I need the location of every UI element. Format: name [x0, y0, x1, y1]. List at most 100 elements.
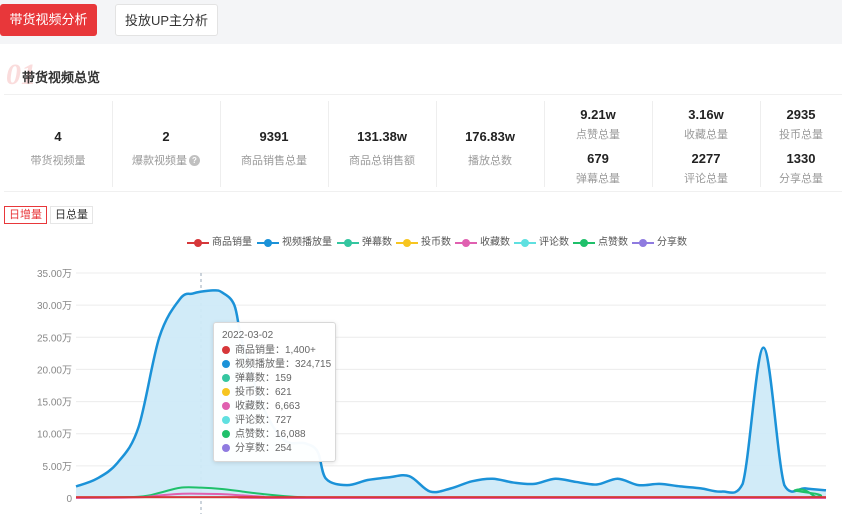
tooltip-value: 159 — [275, 373, 292, 384]
tooltip-row-comments: 评论数：727 — [222, 414, 327, 428]
legend-label: 弹幕数 — [362, 237, 392, 248]
stat-label: 播放总数 — [468, 155, 512, 167]
tooltip-dot — [222, 444, 230, 452]
tab-up-analysis[interactable]: 投放UP主分析 — [115, 4, 218, 36]
chart-series — [75, 289, 827, 500]
legend-marker — [396, 239, 418, 247]
stat-value: 2935 — [786, 107, 816, 122]
tooltip-name: 收藏数 — [235, 401, 265, 412]
y-tick-label: 20.00万 — [37, 365, 72, 376]
stat-label: 商品总销售额 — [349, 155, 415, 167]
legend-label: 商品销量 — [212, 237, 252, 248]
stat-sales-amount: 131.38w 商品总销售额 — [328, 95, 436, 193]
stat-value: 131.38w — [357, 129, 407, 144]
question-circle-icon[interactable]: ? — [189, 155, 200, 166]
stat-video-count: 4 带货视频量 — [4, 95, 112, 193]
tooltip-row-sales: 商品销量：1,400+ — [222, 344, 327, 358]
stat-likes: 9.21w 点赞总量 — [544, 107, 652, 142]
tooltip-name: 点赞数 — [235, 429, 265, 440]
tooltip-dot — [222, 346, 230, 354]
tooltip-dot — [222, 430, 230, 438]
stat-shares: 1330 分享总量 — [760, 151, 842, 186]
tooltip-row-plays: 视频播放量：324,715 — [222, 358, 331, 372]
y-tick-label: 25.00万 — [37, 333, 72, 344]
y-tick-label: 30.00万 — [37, 301, 72, 312]
stat-hit-video-count: 2 爆款视频量? — [112, 95, 220, 193]
tooltip-dot — [222, 360, 230, 368]
tooltip-value: 621 — [275, 387, 292, 398]
legend-marker — [514, 239, 536, 247]
tooltip-name: 视频播放量 — [235, 359, 285, 370]
series-area-视频播放量 — [76, 290, 826, 498]
legend-label: 评论数 — [539, 237, 569, 248]
y-tick-label: 5.00万 — [43, 462, 72, 473]
stat-comments: 2277 评论总量 — [652, 151, 760, 186]
tooltip-name: 评论数 — [235, 415, 265, 426]
y-tick-label: 10.00万 — [37, 430, 72, 441]
stat-coins: 2935 投币总量 — [760, 107, 842, 142]
top-tab-bar: 带货视频分析 投放UP主分析 — [0, 0, 842, 44]
tooltip-value: 6,663 — [275, 401, 301, 412]
stat-label: 商品销售总量 — [241, 155, 307, 167]
section-title: 带货视频总览 — [22, 70, 101, 85]
stat-value: 1330 — [786, 151, 816, 166]
tooltip-row-likes: 点赞数：16,088 — [222, 428, 327, 442]
tooltip-value: 1,400+ — [285, 345, 316, 356]
tooltip-row-shares: 分享数：254 — [222, 442, 327, 456]
legend-label: 点赞数 — [598, 237, 628, 248]
y-tick-label: 15.00万 — [37, 398, 72, 409]
stat-value: 176.83w — [465, 129, 515, 144]
legend-marker — [632, 239, 654, 247]
tooltip-dot — [222, 374, 230, 382]
tab-video-analysis[interactable]: 带货视频分析 — [0, 4, 97, 36]
tooltip-dot — [222, 416, 230, 424]
section-header: 01 带货视频总览 — [0, 56, 842, 92]
legend-marker — [337, 239, 359, 247]
tooltip-name: 弹幕数 — [235, 373, 265, 384]
stat-sales-volume: 9391 商品销售总量 — [220, 95, 328, 193]
tooltip-value: 254 — [275, 443, 292, 454]
y-tick-label: 0 — [66, 494, 72, 505]
stat-value: 3.16w — [688, 107, 724, 122]
stat-value: 2 — [162, 129, 170, 144]
tooltip-value: 324,715 — [295, 359, 332, 370]
stat-label: 分享总量 — [779, 173, 823, 185]
tooltip-row-favorites: 收藏数：6,663 — [222, 400, 327, 414]
stat-label: 爆款视频量 — [132, 155, 187, 167]
stat-label: 收藏总量 — [684, 129, 728, 141]
legend-label: 投币数 — [421, 237, 451, 248]
stat-play-count: 176.83w 播放总数 — [436, 95, 544, 193]
stat-value: 679 — [587, 151, 609, 166]
legend-marker — [257, 239, 279, 247]
tooltip-dot — [222, 388, 230, 396]
stats-panel: 4 带货视频量 2 爆款视频量? 9391 商品销售总量 131.38w 商品总… — [4, 94, 842, 192]
legend-label: 分享数 — [657, 237, 687, 248]
stat-label: 评论总量 — [684, 173, 728, 185]
tooltip-name: 投币数 — [235, 387, 265, 398]
stat-danmaku: 679 弹幕总量 — [544, 151, 652, 186]
tooltip-date: 2022-03-02 — [222, 330, 274, 341]
y-tick-label: 35.00万 — [37, 269, 72, 280]
tooltip-dot — [222, 402, 230, 410]
chart-tooltip: 2022-03-02 商品销量：1,400+ 视频播放量：324,715 弹幕数… — [213, 322, 336, 462]
trend-chart[interactable]: 35.00万 30.00万 25.00万 20.00万 15.00万 10.00万 5.00… — [0, 258, 842, 514]
tooltip-name: 商品销量 — [235, 345, 275, 356]
stat-value: 2277 — [691, 151, 721, 166]
toggle-daily-total[interactable]: 日总量 — [50, 206, 93, 224]
tooltip-name: 分享数 — [235, 443, 265, 454]
stat-label: 点赞总量 — [576, 129, 620, 141]
stat-value: 4 — [54, 129, 62, 144]
legend-label: 收藏数 — [480, 237, 510, 248]
chart-y-labels: 35.00万 30.00万 25.00万 20.00万 15.00万 10.00万 5.00… — [37, 269, 72, 505]
toggle-daily-increment[interactable]: 日增量 — [4, 206, 47, 224]
stat-label: 带货视频量 — [30, 155, 86, 167]
stat-favorites: 3.16w 收藏总量 — [652, 107, 760, 142]
legend-marker — [455, 239, 477, 247]
legend-marker — [573, 239, 595, 247]
stat-value: 9.21w — [580, 107, 616, 122]
stat-label: 弹幕总量 — [576, 173, 620, 185]
stat-label-row: 爆款视频量? — [112, 152, 220, 168]
tooltip-value: 16,088 — [275, 429, 306, 440]
legend-marker — [187, 239, 209, 247]
tooltip-row-coins: 投币数：621 — [222, 386, 327, 400]
